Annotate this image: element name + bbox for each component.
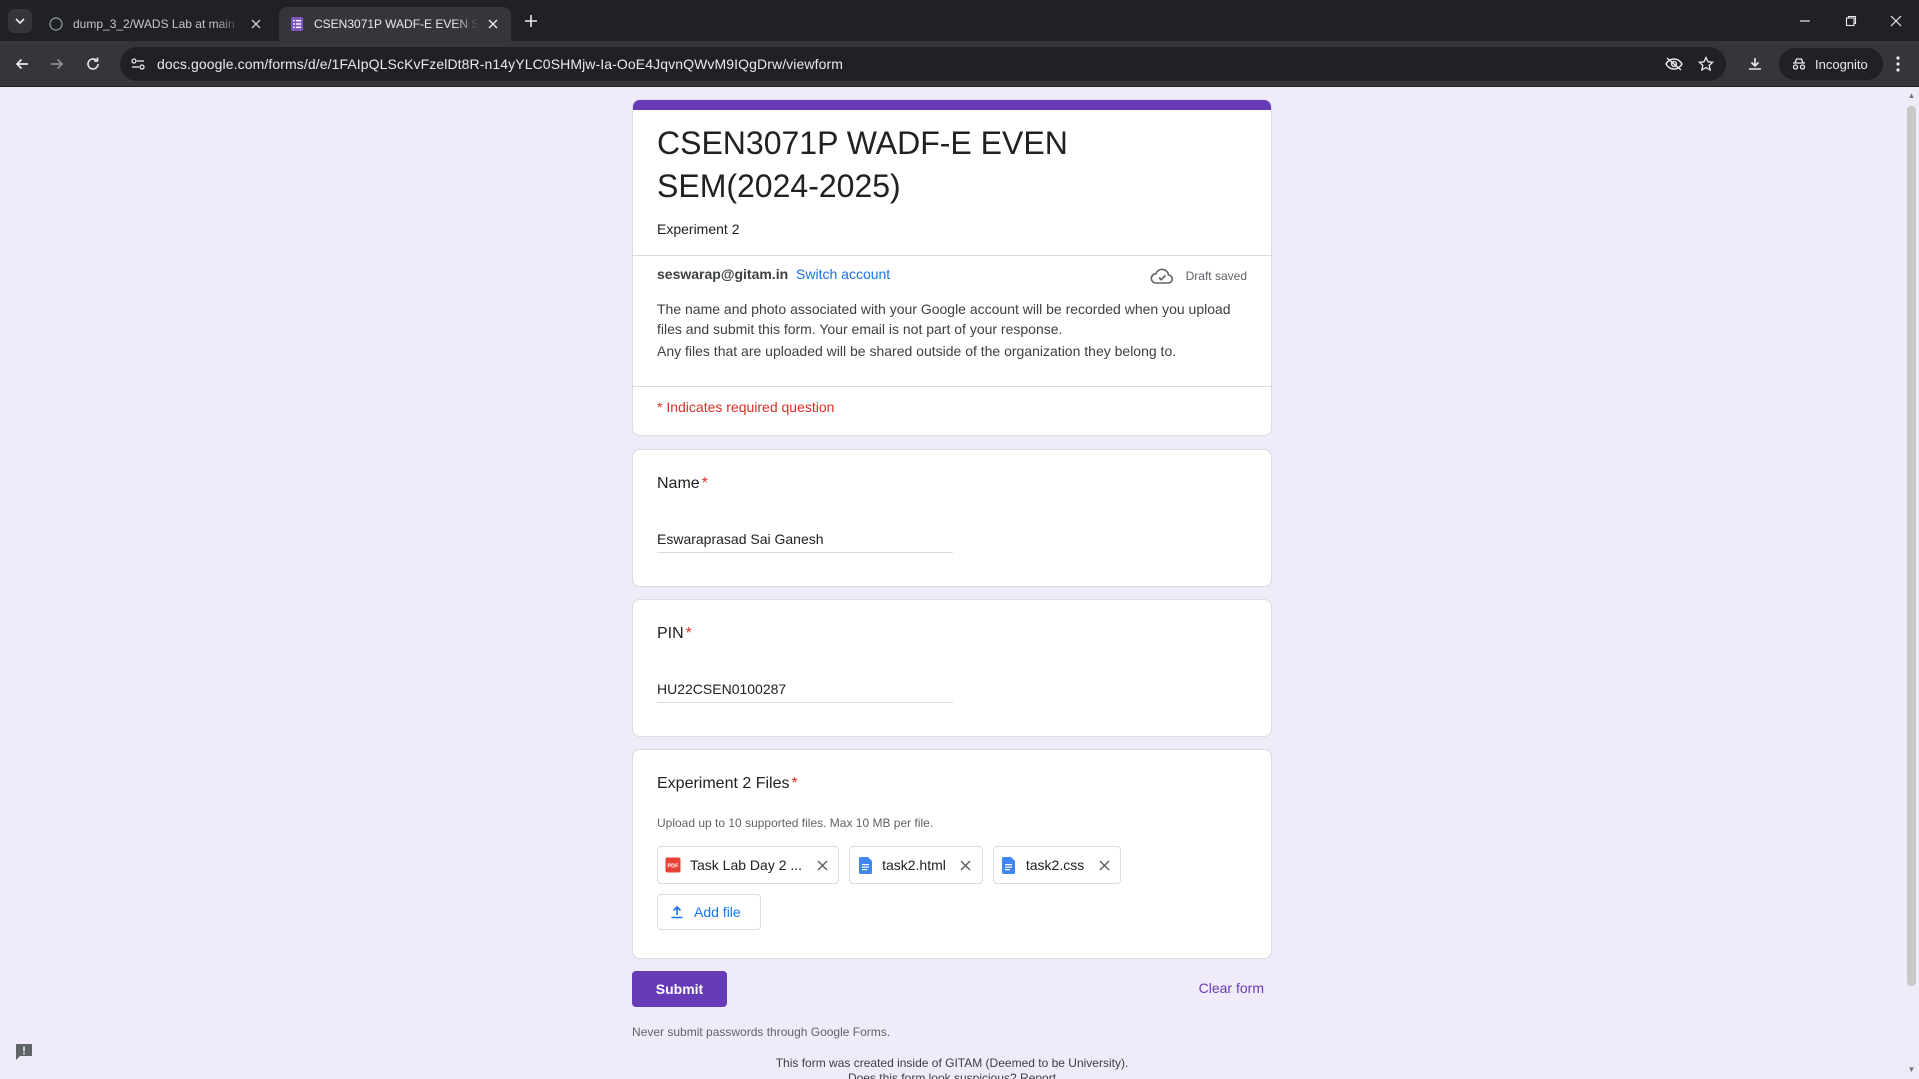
- close-tab-icon[interactable]: [485, 16, 501, 32]
- password-warning: Never submit passwords through Google Fo…: [632, 1025, 891, 1039]
- plus-icon: [525, 15, 537, 27]
- downloads-button[interactable]: [1741, 50, 1769, 78]
- form-header-card: CSEN3071P WADF-E EVEN SEM(2024-2025) Exp…: [632, 99, 1272, 436]
- pin-input[interactable]: HU22CSEN0100287: [657, 681, 953, 703]
- google-forms-icon: [289, 16, 305, 32]
- draft-status-text: Draft saved: [1185, 269, 1247, 283]
- remove-file-icon[interactable]: [1096, 857, 1112, 873]
- account-info: seswarap@gitam.in Switch account: [657, 266, 890, 282]
- page-viewport: CSEN3071P WADF-E EVEN SEM(2024-2025) Exp…: [0, 88, 1919, 1079]
- chevron-down-icon: [15, 18, 25, 25]
- required-star: *: [791, 775, 798, 792]
- question-name: Name * Eswaraprasad Sai Ganesh: [632, 449, 1272, 587]
- minimize-icon: [1800, 19, 1810, 22]
- tab-github[interactable]: dump_3_2/WADS Lab at main ·: [38, 7, 274, 41]
- draft-status: Draft saved: [1150, 266, 1247, 286]
- pdf-icon: PDF: [665, 856, 681, 874]
- form-title: CSEN3071P WADF-E EVEN SEM(2024-2025): [657, 125, 1068, 204]
- feedback-icon[interactable]: [14, 1042, 34, 1062]
- url-text[interactable]: docs.google.com/forms/d/e/1FAIpQLScKvFze…: [157, 56, 843, 72]
- bookmark-star-icon[interactable]: [1697, 55, 1715, 73]
- browser-toolbar: docs.google.com/forms/d/e/1FAIpQLScKvFze…: [0, 41, 1919, 87]
- form-description: Experiment 2: [657, 221, 740, 237]
- question-pin: PIN * HU22CSEN0100287: [632, 599, 1272, 737]
- close-window-button[interactable]: [1873, 0, 1919, 41]
- forward-button[interactable]: [43, 50, 71, 78]
- required-note: * Indicates required question: [657, 399, 835, 415]
- scroll-up-icon[interactable]: ▲: [1907, 91, 1916, 100]
- upload-help-text: Upload up to 10 supported files. Max 10 …: [657, 816, 934, 830]
- add-file-button[interactable]: Add file: [657, 894, 761, 930]
- download-icon: [1749, 58, 1761, 70]
- close-icon: [1890, 15, 1902, 26]
- question-label: Name *: [657, 475, 708, 493]
- file-name: task2.css: [1025, 857, 1085, 873]
- incognito-badge[interactable]: Incognito: [1779, 48, 1883, 80]
- required-star: *: [701, 475, 708, 492]
- file-name: task2.html: [882, 857, 946, 873]
- more-vert-icon: [1896, 56, 1900, 72]
- question-label-text: Experiment 2 Files: [657, 775, 790, 792]
- restore-icon: [1845, 15, 1857, 26]
- arrow-right-icon: [51, 58, 64, 70]
- site-settings-icon[interactable]: [130, 56, 146, 72]
- doc-icon: [1001, 856, 1017, 874]
- question-label-text: Name: [657, 475, 700, 492]
- clear-form-button[interactable]: Clear form: [1199, 980, 1264, 996]
- restore-button[interactable]: [1828, 0, 1874, 41]
- github-icon: [48, 16, 64, 32]
- form-footer: This form was created inside of GITAM (D…: [632, 1056, 1272, 1079]
- close-tab-icon[interactable]: [248, 16, 264, 32]
- file-chip[interactable]: PDF Task Lab Day 2 ...: [657, 846, 840, 884]
- created-inside-text: This form was created inside of GITAM (D…: [775, 1056, 1129, 1070]
- file-chip[interactable]: task2.html: [849, 846, 983, 884]
- question-label: Experiment 2 Files *: [657, 775, 798, 793]
- arrow-left-icon: [15, 58, 28, 70]
- upload-icon: [671, 905, 683, 919]
- incognito-icon: [1792, 58, 1806, 70]
- minimize-button[interactable]: [1782, 0, 1828, 41]
- svg-text:PDF: PDF: [668, 864, 680, 870]
- accent-bar: [633, 100, 1271, 110]
- browser-menu-button[interactable]: [1884, 50, 1912, 78]
- account-email: seswarap@gitam.in: [657, 266, 789, 282]
- report-link[interactable]: Does this form look suspicious? Report: [632, 1071, 1272, 1079]
- question-label: PIN *: [657, 625, 692, 643]
- new-tab-button[interactable]: [520, 10, 542, 32]
- cloud-done-icon: [1150, 268, 1173, 284]
- address-bar[interactable]: docs.google.com/forms/d/e/1FAIpQLScKvFze…: [120, 47, 1726, 81]
- switch-account-link[interactable]: Switch account: [796, 266, 890, 282]
- question-label-text: PIN: [657, 625, 684, 642]
- remove-file-icon[interactable]: [958, 857, 974, 873]
- eye-off-icon[interactable]: [1665, 55, 1683, 73]
- file-chip[interactable]: task2.css: [992, 846, 1122, 884]
- remove-file-icon[interactable]: [814, 857, 830, 873]
- uploaded-files: PDF Task Lab Day 2 ... task2.html task2.…: [657, 846, 1131, 884]
- required-star: *: [685, 625, 692, 642]
- scroll-down-icon[interactable]: ▼: [1907, 1065, 1916, 1074]
- reload-icon: [87, 57, 99, 70]
- scroll-thumb[interactable]: [1907, 106, 1916, 986]
- sharing-notice: Any files that are uploaded will be shar…: [657, 343, 1177, 359]
- add-file-label: Add file: [694, 904, 741, 920]
- tab-title: dump_3_2/WADS Lab at main ·: [73, 17, 242, 31]
- tab-strip: dump_3_2/WADS Lab at main · CSEN3071P WA…: [0, 0, 1919, 41]
- divider: [633, 255, 1271, 256]
- submit-button[interactable]: Submit: [632, 971, 727, 1007]
- incognito-label: Incognito: [1815, 56, 1868, 72]
- reload-button[interactable]: [79, 50, 107, 78]
- doc-icon: [857, 856, 873, 874]
- tab-google-form[interactable]: CSEN3071P WADF-E EVEN SEM: [279, 7, 511, 41]
- tab-search-button[interactable]: [8, 9, 32, 33]
- back-button[interactable]: [8, 50, 36, 78]
- page-scrollbar[interactable]: ▲ ▼: [1904, 88, 1919, 1079]
- tab-title: CSEN3071P WADF-E EVEN SEM: [314, 17, 479, 31]
- question-files: Experiment 2 Files * Upload up to 10 supp…: [632, 749, 1272, 959]
- divider: [633, 386, 1271, 387]
- name-input[interactable]: Eswaraprasad Sai Ganesh: [657, 531, 953, 553]
- upload-notice: The name and photo associated with your …: [657, 301, 1231, 337]
- file-name: Task Lab Day 2 ...: [690, 857, 803, 873]
